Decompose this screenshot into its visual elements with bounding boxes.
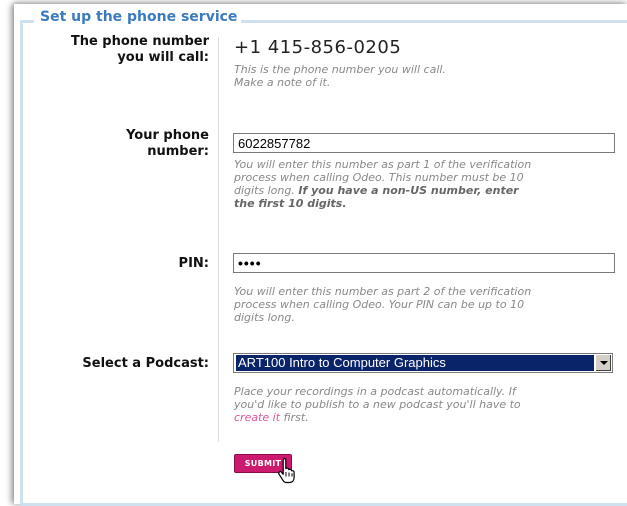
podcast-hint-line1: Place your recordings in a podcast autom…: [234, 385, 516, 398]
label-divider: [218, 37, 219, 442]
your-phone-hint-line3-bold: If you have a non-US number, enter: [298, 184, 519, 197]
your-phone-hint-line2: process when calling Odeo. This number m…: [234, 171, 524, 184]
fieldset-legend: Set up the phone service: [34, 9, 242, 25]
pin-input[interactable]: ••••: [233, 253, 615, 273]
pin-hint-line3: digits long.: [234, 311, 295, 324]
your-phone-hint-line3-plain: digits long.: [234, 184, 299, 197]
create-podcast-link[interactable]: create it: [234, 411, 280, 424]
your-phone-hint-line3: digits long. If you have a non-US number…: [234, 184, 609, 197]
your-phone-hint-line4: the first 10 digits.: [234, 197, 609, 210]
call-number-label-line1: The phone number: [70, 34, 209, 49]
your-phone-label-line1: Your phone: [126, 128, 209, 143]
your-phone-input[interactable]: 6022857782: [233, 133, 615, 153]
call-number-hint-line2: Make a note of it.: [234, 76, 331, 89]
your-phone-hint-line1: You will enter this number as part 1 of …: [234, 158, 532, 171]
call-number-hint-line1: This is the phone number you will call.: [234, 63, 446, 76]
call-number-label: The phone number you will call:: [34, 34, 209, 66]
pin-hint-line2: process when calling Odeo. Your PIN can …: [234, 298, 525, 311]
your-phone-label-line2: number:: [147, 144, 209, 159]
hand-pointer-icon: [278, 457, 295, 484]
call-number-value: +1 415-856-0205: [234, 37, 402, 58]
podcast-hint-line3: create it first.: [234, 411, 609, 424]
podcast-label: Select a Podcast:: [82, 356, 209, 371]
pin-masked-value: ••••: [238, 255, 262, 271]
pin-hint: You will enter this number as part 2 of …: [234, 285, 609, 324]
call-number-label-line2: you will call:: [117, 50, 209, 65]
podcast-select[interactable]: ART100 Intro to Computer Graphics: [233, 353, 613, 373]
your-phone-hint-line4-bold: the first 10 digits.: [234, 197, 347, 210]
your-phone-label: Your phone number:: [34, 128, 209, 160]
your-phone-hint: You will enter this number as part 1 of …: [234, 158, 609, 210]
chevron-down-icon[interactable]: [595, 355, 611, 371]
podcast-selected-value: ART100 Intro to Computer Graphics: [236, 355, 594, 371]
pin-label: PIN:: [178, 256, 209, 271]
podcast-hint: Place your recordings in a podcast autom…: [234, 385, 609, 424]
call-number-hint: This is the phone number you will call. …: [234, 63, 609, 89]
podcast-hint-after-link: first.: [280, 411, 309, 424]
pin-hint-line1: You will enter this number as part 2 of …: [234, 285, 532, 298]
podcast-hint-line2: you'd like to publish to a new podcast y…: [234, 398, 521, 411]
